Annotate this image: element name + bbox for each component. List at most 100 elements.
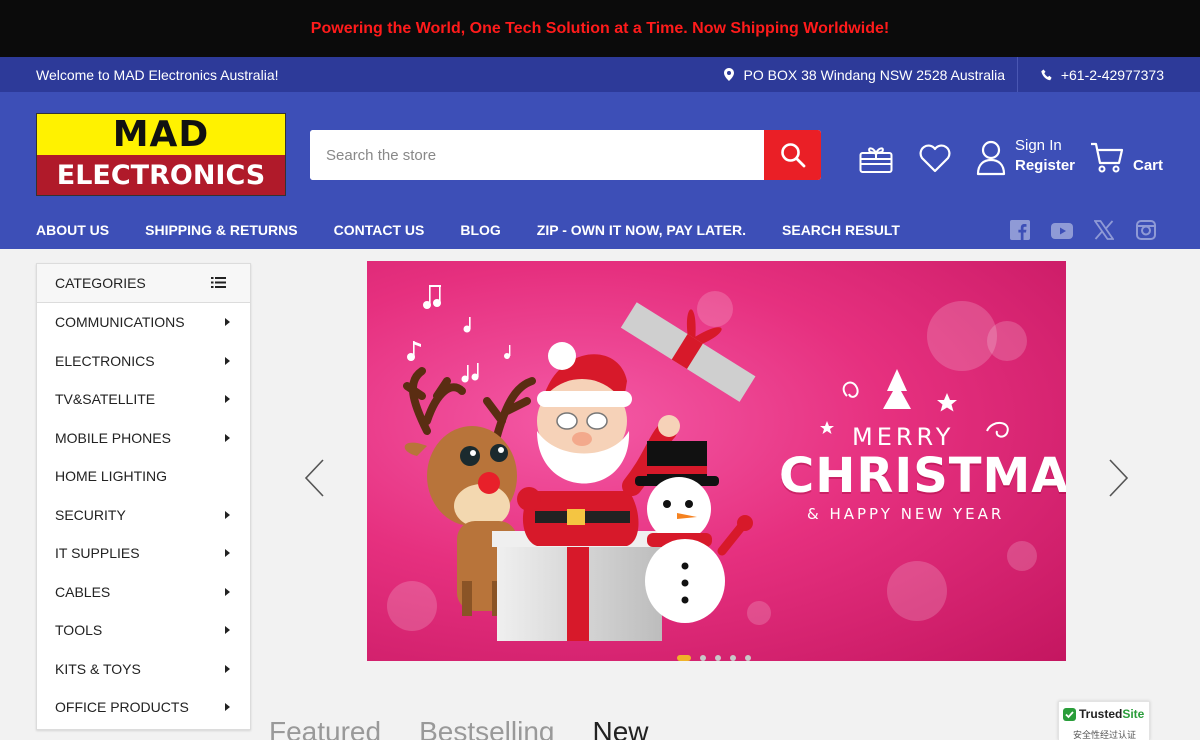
category-label: ELECTRONICS xyxy=(55,352,155,369)
trusted-name: TrustedSite xyxy=(1079,707,1144,721)
category-label: CABLES xyxy=(55,583,111,600)
banner-merry-text: MERRY xyxy=(852,423,955,451)
map-pin-icon xyxy=(723,68,734,81)
categories-title: CATEGORIES xyxy=(55,275,146,291)
caret-right-icon xyxy=(225,626,230,634)
trusted-row: TrustedSite xyxy=(1063,707,1144,721)
cart-icon xyxy=(1091,142,1124,173)
caret-right-icon xyxy=(225,703,230,711)
category-sidebar: CATEGORIES COMMUNICATIONS ELECTRONICS TV&S… xyxy=(36,263,251,730)
nav-blog[interactable]: BLOG xyxy=(460,222,500,238)
nav-search-result[interactable]: SEARCH RESULT xyxy=(782,222,900,238)
carousel-dot-1[interactable] xyxy=(677,655,691,661)
category-item-office-products[interactable]: OFFICE PRODUCTS xyxy=(37,688,250,727)
carousel-dot-4[interactable] xyxy=(730,655,736,661)
logo-word-mad: MAD xyxy=(112,114,210,155)
cart-label: Cart xyxy=(1133,157,1164,174)
welcome-text: Welcome to MAD Electronics Australia! xyxy=(36,66,279,83)
category-list: COMMUNICATIONS ELECTRONICS TV&SATELLITE MOB… xyxy=(37,303,250,727)
trusted-subtext: 安全性经过认证 xyxy=(1073,730,1137,740)
nav-shipping-returns[interactable]: SHIPPING & RETURNS xyxy=(145,222,297,238)
carousel-dot-3[interactable] xyxy=(715,655,721,661)
category-label: TV&SATELLITE xyxy=(55,391,156,408)
category-item-communications[interactable]: COMMUNICATIONS xyxy=(37,303,250,342)
store-phone[interactable]: +61-2-42977373 xyxy=(1041,67,1164,83)
carousel-dot-2[interactable] xyxy=(700,655,706,661)
phone-text: +61-2-42977373 xyxy=(1060,66,1164,83)
tab-new[interactable]: New xyxy=(592,716,648,740)
caret-right-icon xyxy=(225,395,230,403)
address-text: PO BOX 38 Windang NSW 2528 Australia xyxy=(743,66,1005,83)
instagram-icon[interactable] xyxy=(1136,220,1156,240)
store-address[interactable]: PO BOX 38 Windang NSW 2528 Australia xyxy=(723,57,1018,92)
wishlist-heart-icon[interactable] xyxy=(918,144,952,174)
trusted-name-a: Trusted xyxy=(1079,707,1123,721)
nav-zip[interactable]: ZIP - OWN IT NOW, PAY LATER. xyxy=(537,222,746,238)
register-link[interactable]: Register xyxy=(1015,156,1075,176)
carousel-next-arrow[interactable] xyxy=(1108,458,1130,498)
cart-button[interactable]: Cart xyxy=(1090,142,1170,182)
account-labels: Sign In Register xyxy=(1015,136,1075,176)
category-label: MOBILE PHONES xyxy=(55,429,171,446)
search-bar xyxy=(310,130,821,180)
search-icon xyxy=(780,143,805,168)
main-nav: ABOUT US SHIPPING & RETURNS CONTACT US B… xyxy=(36,222,900,238)
utility-bar: Welcome to MAD Electronics Australia! PO… xyxy=(0,57,1200,92)
search-input[interactable] xyxy=(310,130,764,180)
carousel-prev-arrow[interactable] xyxy=(303,458,325,498)
caret-right-icon xyxy=(225,549,230,557)
category-label: KITS & TOYS xyxy=(55,660,141,677)
caret-right-icon xyxy=(225,356,230,365)
carousel-dots xyxy=(677,655,751,661)
trustedsite-badge[interactable]: TrustedSite 安全性经过认证 xyxy=(1058,701,1150,740)
category-item-electronics[interactable]: ELECTRONICS xyxy=(37,342,250,381)
category-item-home-lighting[interactable]: HOME LIGHTING xyxy=(37,457,250,496)
site-header: MAD ELECTRONICS Sign In Register xyxy=(0,92,1200,249)
gift-card-icon[interactable] xyxy=(859,144,893,174)
caret-right-icon xyxy=(225,510,230,519)
search-button[interactable] xyxy=(764,130,821,180)
caret-right-icon xyxy=(225,587,230,596)
category-label: HOME LIGHTING xyxy=(55,468,168,485)
logo-bottom-band: ELECTRONICS xyxy=(37,155,285,195)
hero-banner-slide[interactable]: MERRY CHRISTMAS & HAPPY NEW YEAR xyxy=(367,261,1066,661)
category-label: COMMUNICATIONS xyxy=(55,314,185,331)
logo-top-band: MAD xyxy=(37,114,285,155)
list-icon xyxy=(211,277,226,288)
trusted-name-b: Site xyxy=(1122,707,1145,721)
nav-contact-us[interactable]: CONTACT US xyxy=(334,222,425,238)
category-item-cables[interactable]: CABLES xyxy=(37,573,250,612)
banner-title: CHRISTMAS xyxy=(779,448,1066,504)
account-links: Sign In Register xyxy=(976,136,1086,180)
caret-right-icon xyxy=(225,664,230,673)
category-item-tv-satellite[interactable]: TV&SATELLITE xyxy=(37,380,250,419)
x-icon[interactable] xyxy=(1094,220,1114,240)
category-item-tools[interactable]: TOOLS xyxy=(37,611,250,650)
category-label: OFFICE PRODUCTS xyxy=(55,699,189,716)
category-item-it-supplies[interactable]: IT SUPPLIES xyxy=(37,534,250,573)
site-logo[interactable]: MAD ELECTRONICS xyxy=(36,113,286,196)
product-tabs: Featured Bestselling New xyxy=(269,716,649,740)
nav-about-us[interactable]: ABOUT US xyxy=(36,222,109,238)
tab-featured[interactable]: Featured xyxy=(269,716,381,740)
logo-word-electronics: ELECTRONICS xyxy=(56,159,266,191)
category-label: TOOLS xyxy=(55,622,103,639)
categories-header[interactable]: CATEGORIES xyxy=(37,264,250,303)
carousel-dot-5[interactable] xyxy=(745,655,751,661)
banner-subtitle: & HAPPY NEW YEAR xyxy=(807,505,1005,523)
youtube-icon[interactable] xyxy=(1051,223,1073,239)
caret-right-icon xyxy=(225,318,230,326)
check-shield-icon xyxy=(1063,707,1076,721)
promo-text: Powering the World, One Tech Solution at… xyxy=(310,19,890,37)
sign-in-link[interactable]: Sign In xyxy=(1015,136,1075,156)
promo-bar: Powering the World, One Tech Solution at… xyxy=(0,0,1200,57)
tab-bestselling[interactable]: Bestselling xyxy=(419,716,554,740)
category-label: SECURITY xyxy=(55,506,126,523)
category-item-mobile-phones[interactable]: MOBILE PHONES xyxy=(37,419,250,458)
caret-right-icon xyxy=(225,433,230,442)
category-item-kits-toys[interactable]: KITS & TOYS xyxy=(37,650,250,689)
category-item-security[interactable]: SECURITY xyxy=(37,496,250,535)
facebook-icon[interactable] xyxy=(1010,220,1030,240)
user-icon[interactable] xyxy=(976,140,1006,176)
category-label: IT SUPPLIES xyxy=(55,545,140,562)
